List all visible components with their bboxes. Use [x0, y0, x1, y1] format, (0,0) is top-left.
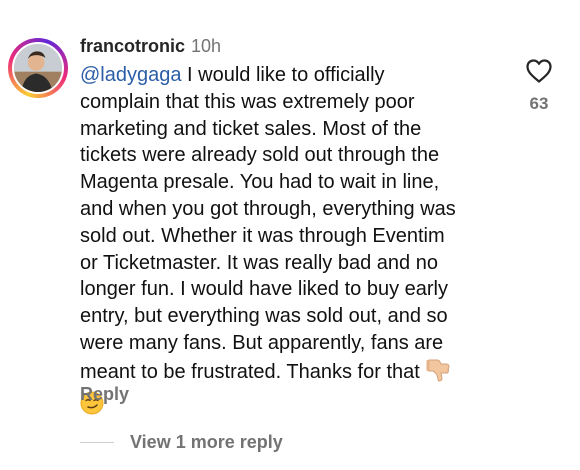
comment-text-line	[80, 391, 520, 423]
comment-text-line: were many fans. But apparently, fans are	[80, 331, 444, 354]
comment: francotronic 10h @ladygaga I would like t…	[0, 0, 580, 470]
view-more-replies[interactable]: View 1 more reply	[80, 430, 283, 454]
thumbs-down-emoji	[425, 357, 451, 391]
comment-text-segment: I would like to officially	[181, 64, 385, 86]
comment-body: francotronic 10h @ladygaga I would like t…	[80, 34, 520, 422]
comment-text-line: tickets were already sold out through th…	[80, 144, 440, 167]
comment-text: @ladygaga I would like to officially com…	[80, 62, 520, 422]
comment-text-line: meant to be frustrated. Thanks for that	[80, 357, 520, 391]
view-more-replies-label[interactable]: View 1 more reply	[130, 432, 283, 453]
comment-text-line: @ladygaga I would like to officially	[80, 62, 520, 89]
heart-outline-icon[interactable]	[524, 58, 554, 84]
reply-button[interactable]: Reply	[80, 384, 129, 405]
avatar-story-ring[interactable]	[8, 38, 68, 98]
comment-time: 10h	[191, 36, 222, 56]
comment-text-line: and when you got through, everything was	[80, 197, 456, 220]
avatar-image	[14, 44, 62, 92]
comment-text-line: complain that this was extremely poor	[80, 90, 415, 113]
comment-text-line: marketing and ticket sales. Most of the	[80, 117, 422, 140]
comment-text-line: longer fun. I would have liked to buy ea…	[80, 278, 448, 301]
comment-text-line: entry, but everything was sold out, and …	[80, 305, 448, 328]
comment-meta: francotronic 10h	[80, 34, 520, 58]
mention-link[interactable]: @ladygaga	[80, 64, 181, 86]
avatar[interactable]	[12, 42, 64, 94]
view-more-divider	[80, 441, 114, 443]
comment-text-line: sold out. Whether it was through Eventim	[80, 224, 445, 247]
comment-text-segment: meant to be frustrated. Thanks for that	[80, 360, 420, 383]
like-count: 63	[529, 94, 549, 113]
username[interactable]: francotronic	[80, 36, 185, 56]
comment-text-line: Magenta presale. You had to wait in line…	[80, 171, 440, 194]
comment-text-line: or Ticketmaster. It was really bad and n…	[80, 251, 438, 274]
like-control: 63	[524, 58, 554, 114]
